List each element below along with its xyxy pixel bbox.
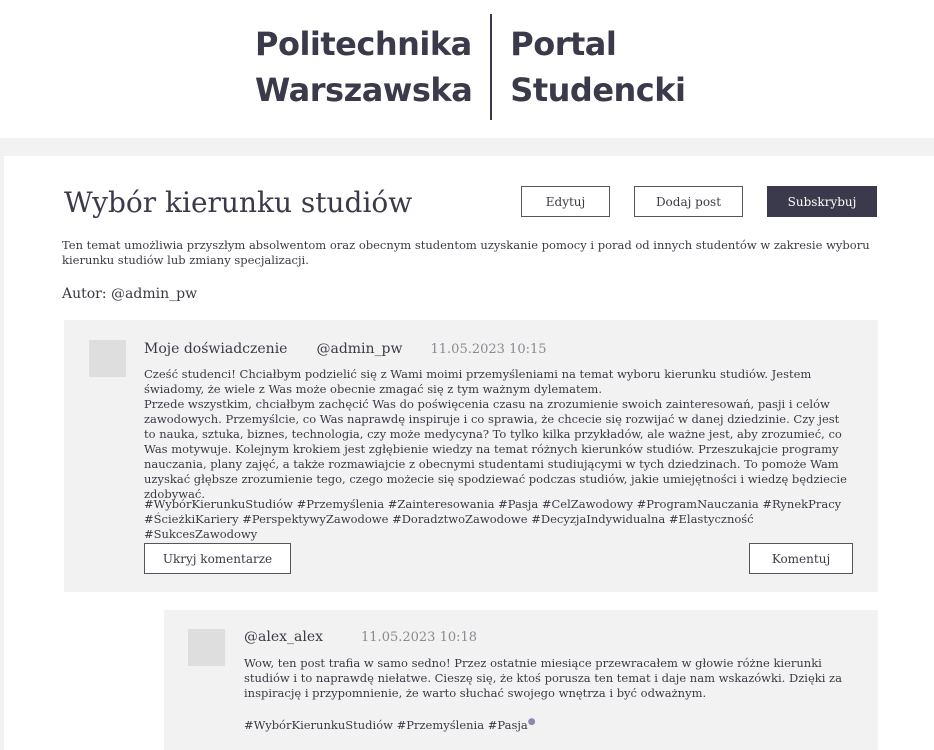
post-header: Moje doświadczenie @admin_pw 11.05.2023 … [144, 340, 547, 358]
post-paragraph: Cześć studenci! Chciałbym podzielić się … [144, 367, 812, 396]
add-post-button[interactable]: Dodaj post [634, 186, 743, 217]
comment-button[interactable]: Komentuj [749, 543, 853, 574]
subscribe-button[interactable]: Subskrybuj [767, 186, 877, 217]
comment-hashtags-row: #WybórKierunkuStudiów #Przemyślenia #Pas… [244, 715, 844, 733]
avatar [89, 340, 126, 377]
comment-date: 11.05.2023 10:18 [361, 629, 478, 645]
post-author-link[interactable]: @admin_pw [316, 341, 402, 357]
post-body: Cześć studenci! Chciałbym podzielić się … [144, 367, 854, 502]
post-paragraph: Przede wszystkim, chciałbym zachęcić Was… [144, 397, 847, 501]
page-title: Wybór kierunku studiów [64, 186, 413, 219]
site-header: Politechnika Warszawska Portal Studencki [0, 0, 934, 138]
post-card: Moje doświadczenie @admin_pw 11.05.2023 … [64, 320, 878, 592]
logo-university-line2: Warszawska [255, 71, 473, 109]
post-hashtags: #WybórKierunkuStudiów #Przemyślenia #Zai… [144, 497, 842, 541]
logo-university-line1: Politechnika [255, 25, 472, 63]
portal-logo[interactable]: Politechnika Warszawska Portal Studencki [255, 14, 686, 120]
comment-marker-icon: ● [527, 717, 536, 727]
logo-university: Politechnika Warszawska [255, 14, 490, 120]
topic-card: Wybór kierunku studiów Edytuj Dodaj post… [4, 156, 934, 750]
comment-card: @alex_alex 11.05.2023 10:18 Wow, ten pos… [164, 610, 878, 750]
comment-hashtags: #WybórKierunkuStudiów #Przemyślenia #Pas… [244, 717, 528, 732]
topic-description: Ten temat umożliwia przyszłym absolwento… [62, 238, 870, 267]
logo-portal-line1: Portal [510, 25, 617, 63]
comment-header: @alex_alex 11.05.2023 10:18 [244, 628, 477, 646]
comment-author-link[interactable]: @alex_alex [244, 629, 323, 645]
topic-author: Autor: @admin_pw [62, 286, 198, 302]
hide-comments-button[interactable]: Ukryj komentarze [144, 543, 291, 574]
edit-button[interactable]: Edytuj [521, 186, 610, 217]
avatar [188, 629, 225, 666]
comment-body: Wow, ten post trafia w samo sedno! Przez… [244, 656, 842, 700]
logo-portal: Portal Studencki [492, 14, 686, 120]
post-date: 11.05.2023 10:15 [430, 341, 547, 357]
logo-portal-line2: Studencki [510, 71, 686, 109]
post-title: Moje doświadczenie [144, 341, 288, 357]
